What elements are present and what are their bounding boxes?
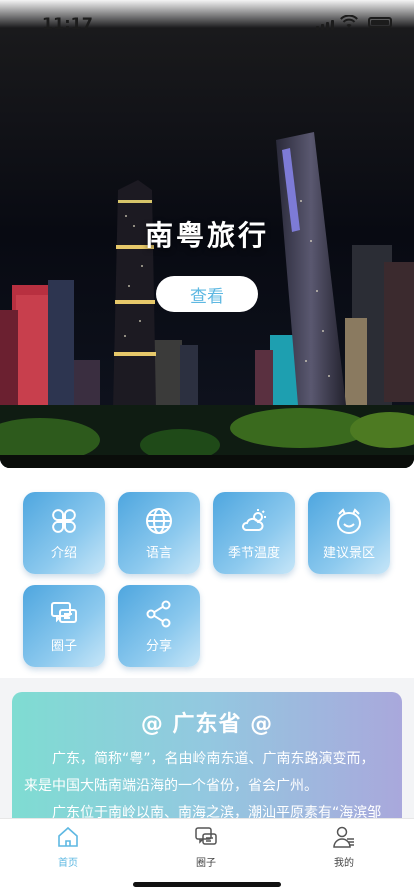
chat-icon xyxy=(51,602,77,623)
clover-icon xyxy=(52,509,76,533)
hero-banner: 11:17 南粤旅行 查看 xyxy=(0,0,414,468)
tab-label: 首页 xyxy=(58,858,78,869)
tab-home[interactable]: 首页 xyxy=(28,825,108,869)
home-indicator xyxy=(133,882,281,887)
tile-share[interactable]: 分享 xyxy=(118,585,200,667)
province-paragraph-1: 广东，简称“粤”，名由岭南东道、广南东路演变而，来是中国大陆南端沿海的一个省份，… xyxy=(24,751,375,794)
chat-icon xyxy=(195,827,217,845)
share-icon xyxy=(146,600,171,628)
tab-label: 圈子 xyxy=(196,858,216,869)
globe-icon xyxy=(146,508,172,534)
province-title: @ 广东省 @ xyxy=(140,712,274,737)
tile-suggested-spots[interactable]: 建议景区 xyxy=(308,492,390,574)
tile-language[interactable]: 语言 xyxy=(118,492,200,574)
tile-season-temperature[interactable]: 季节温度 xyxy=(213,492,295,574)
tile-label: 圈子 xyxy=(50,639,77,654)
battery-icon xyxy=(368,17,392,28)
tile-label: 介绍 xyxy=(50,546,77,561)
wifi-icon xyxy=(340,15,358,28)
home-icon xyxy=(58,826,78,847)
tile-intro[interactable]: 介绍 xyxy=(23,492,105,574)
tile-circle[interactable]: 圈子 xyxy=(23,585,105,667)
tab-label: 我的 xyxy=(334,858,354,869)
signal-icon xyxy=(316,20,334,30)
tab-circle[interactable]: 圈子 xyxy=(166,825,246,869)
user-icon xyxy=(333,826,354,848)
weather-icon xyxy=(242,509,266,531)
tile-label: 语言 xyxy=(145,546,172,561)
tile-label: 建议景区 xyxy=(322,546,375,561)
smile-icon xyxy=(337,508,361,534)
status-bar: 11:17 xyxy=(0,0,414,44)
tile-label: 分享 xyxy=(145,639,172,654)
tab-mine[interactable]: 我的 xyxy=(304,825,384,869)
view-button[interactable]: 查看 xyxy=(156,276,258,312)
tile-label: 季节温度 xyxy=(227,546,280,561)
province-info-card: @ 广东省 @ 广东，简称“粤”，名由岭南东道、广南东路演变而，来是中国大陆南端… xyxy=(12,692,402,832)
status-time: 11:17 xyxy=(42,14,93,33)
hero-title: 南粤旅行 xyxy=(144,219,269,252)
info-section: @ 广东省 @ 广东，简称“粤”，名由岭南东道、广南东路演变而，来是中国大陆南端… xyxy=(0,678,414,832)
